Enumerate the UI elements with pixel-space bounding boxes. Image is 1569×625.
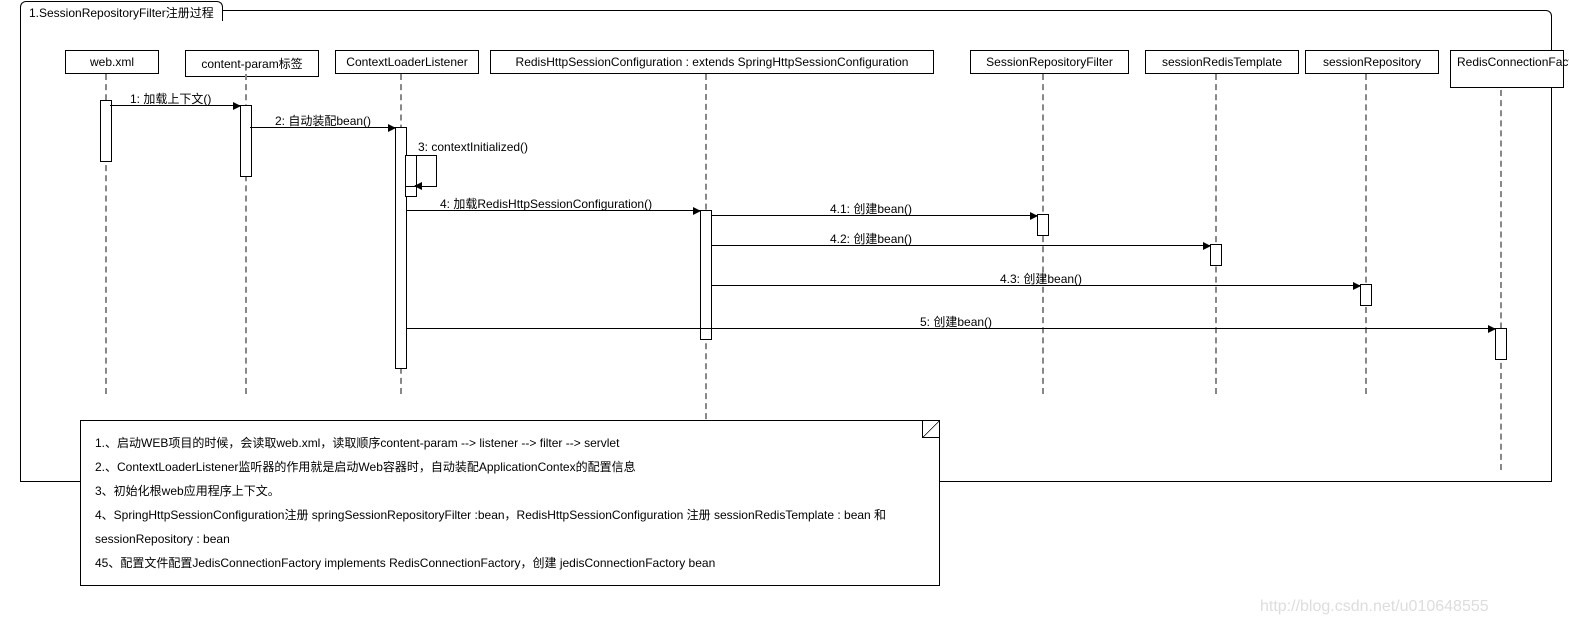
note-line: 2.、ContextLoaderListener监听器的作用就是启动Web容器时… [95, 455, 925, 479]
activation [1037, 214, 1049, 236]
diagram-frame: 1.SessionRepositoryFilter注册过程 [20, 10, 1552, 482]
activation [100, 100, 112, 162]
participant-webxml: web.xml [65, 50, 159, 74]
participant-content-param: content-param标签 [185, 50, 319, 77]
lifeline [1365, 74, 1367, 394]
note-line: 3、初始化根web应用程序上下文。 [95, 479, 925, 503]
participant-sessionrepositoryfilter: SessionRepositoryFilter [970, 50, 1129, 74]
participant-contextloaderlistener: ContextLoaderListener [335, 50, 479, 74]
msg-arrow [406, 328, 1495, 329]
lifeline [1500, 90, 1502, 470]
participant-sessionrepository: sessionRepository [1305, 50, 1439, 74]
msg-arrow [711, 285, 1360, 286]
lifeline [1215, 74, 1217, 394]
note-line: 45、配置文件配置JedisConnectionFactory implemen… [95, 551, 925, 575]
activation [1360, 284, 1372, 306]
note-box: 1.、启动WEB项目的时候，会读取web.xml，读取顺序content-par… [80, 420, 940, 586]
frame-title: 1.SessionRepositoryFilter注册过程 [20, 1, 223, 21]
activation [1210, 244, 1222, 266]
msg-arrow [415, 185, 416, 186]
note-line: 4、SpringHttpSessionConfiguration注册 sprin… [95, 503, 925, 551]
activation [700, 210, 712, 340]
msg-arrow [406, 210, 700, 211]
activation [240, 105, 252, 177]
watermark: http://blog.csdn.net/u010648555 [1260, 598, 1489, 616]
msg-arrow [711, 215, 1037, 216]
note-fold-icon [923, 421, 939, 437]
msg-arrow [711, 245, 1210, 246]
participant-redishttpsessionconfiguration: RedisHttpSessionConfiguration : extends … [490, 50, 934, 74]
participant-sessionredistemplate: sessionRedisTemplate [1145, 50, 1299, 74]
msg-arrow [110, 105, 240, 106]
activation [1495, 328, 1507, 360]
msg-label: 3: contextInitialized() [418, 140, 528, 154]
participant-redisconnectionfactory: RedisConnectionFactory [1450, 50, 1564, 88]
note-line: 1.、启动WEB项目的时候，会读取web.xml，读取顺序content-par… [95, 431, 925, 455]
msg-arrow [250, 127, 395, 128]
sequence-diagram: 1.SessionRepositoryFilter注册过程 web.xml co… [0, 0, 1569, 625]
